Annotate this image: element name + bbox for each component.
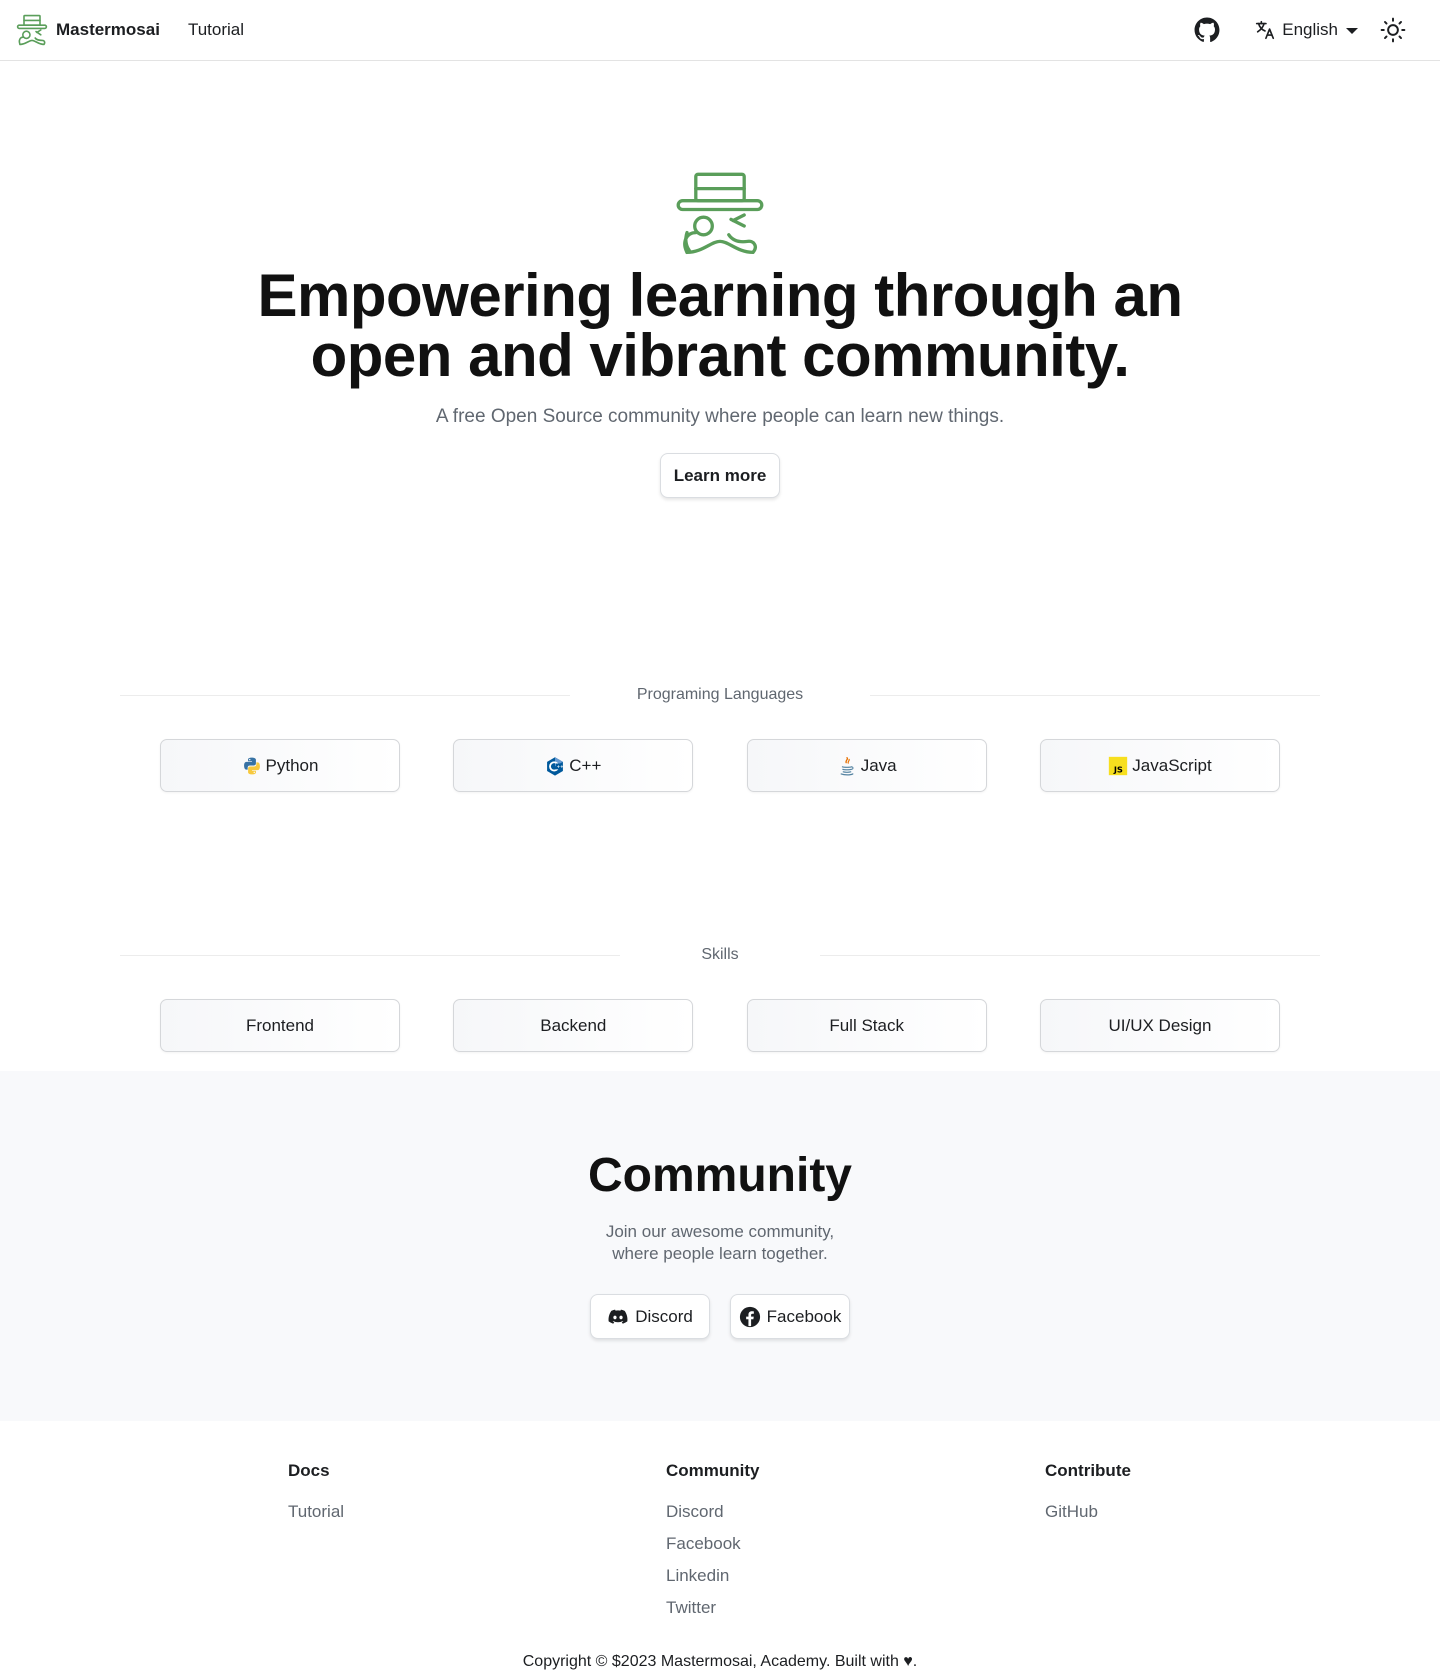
community-description-line-2: where people learn together. [612,1244,828,1263]
divider-line [870,694,1320,696]
footer: Docs Tutorial Community Discord Facebook… [0,1421,1440,1679]
divider-line [120,694,570,696]
skill-card-full-stack[interactable]: Full Stack [746,999,987,1052]
hero-title-line-1: Empowering learning through an [257,262,1183,329]
navbar-right: English [1194,17,1424,43]
footer-column-title: Docs [288,1461,330,1480]
nav-link-tutorial[interactable]: Tutorial [188,20,244,40]
chevron-down-icon [1346,28,1358,34]
footer-column-title: Contribute [1045,1461,1131,1480]
skill-card-label: Backend [540,1015,607,1035]
language-card-label: Python [265,755,319,775]
footer-link-facebook[interactable]: Facebook [666,1533,760,1565]
community-description: Join our awesome community, where people… [0,1221,1440,1265]
svg-text:++: ++ [557,764,564,769]
language-dropdown[interactable]: English [1254,19,1358,41]
language-card-java[interactable]: Java [746,739,987,792]
community-section: Community Join our awesome community, wh… [0,1071,1440,1421]
brand-title: Mastermosai [56,20,160,39]
languages-grid: Python ++ C++ Java JS JavaScript [160,739,1280,792]
skills-heading: Skills [120,945,1320,965]
learn-more-button[interactable]: Learn more [660,453,780,498]
footer-column-docs: Docs Tutorial [288,1461,344,1533]
skill-card-label: Full Stack [829,1015,904,1035]
footer-link-github[interactable]: GitHub [1045,1501,1131,1533]
divider-line [820,954,1320,956]
discord-button-label: Discord [635,1306,693,1326]
language-card-cpp[interactable]: ++ C++ [453,739,694,792]
java-icon [837,756,857,776]
hero-section: Empowering learning through an open and … [0,61,1440,621]
skill-card-backend[interactable]: Backend [453,999,694,1052]
language-label: English [1282,20,1338,39]
skills-grid: Frontend Backend Full Stack UI/UX Design [160,999,1280,1052]
footer-link-discord[interactable]: Discord [666,1501,760,1533]
language-card-label: Java [860,755,897,775]
github-icon[interactable] [1194,17,1220,43]
python-icon [242,756,262,776]
language-card-javascript[interactable]: JS JavaScript [1039,739,1280,792]
javascript-icon: JS [1108,756,1128,776]
skill-card-label: UI/UX Design [1108,1015,1212,1035]
discord-icon [607,1306,629,1328]
community-buttons: Discord Facebook [590,1294,850,1339]
facebook-icon [739,1306,761,1328]
footer-link-linkedin[interactable]: Linkedin [666,1565,760,1597]
language-card-python[interactable]: Python [160,739,400,792]
divider-line [120,954,620,956]
hero-title-line-2: open and vibrant community. [310,322,1130,389]
cpp-icon: ++ [545,756,565,776]
theme-toggle-sun-icon[interactable] [1380,17,1406,43]
copyright-text: Copyright © $2023 Mastermosai, Academy. … [522,1653,918,1670]
footer-column-contribute: Contribute GitHub [1045,1461,1131,1533]
skills-heading-label: Skills [701,946,739,963]
footer-column-community: Community Discord Facebook Linkedin Twit… [666,1461,760,1629]
navbar: Mastermosai Tutorial English [0,0,1440,61]
skill-card-label: Frontend [245,1015,315,1035]
translate-icon [1254,19,1276,41]
skill-card-frontend[interactable]: Frontend [160,999,400,1052]
footer-link-twitter[interactable]: Twitter [666,1597,760,1629]
discord-button[interactable]: Discord [590,1294,710,1339]
facebook-button[interactable]: Facebook [730,1294,850,1339]
community-description-line-1: Join our awesome community, [605,1222,835,1241]
languages-heading: Programing Languages [120,685,1320,705]
community-title: Community [588,1149,852,1202]
footer-column-title: Community [666,1461,760,1480]
languages-heading-label: Programing Languages [636,686,804,703]
language-card-label: C++ [569,755,602,775]
svg-text:JS: JS [1113,764,1123,774]
mastermosai-logo-icon [16,14,48,46]
footer-link-tutorial[interactable]: Tutorial [288,1501,344,1533]
hero-subtitle: A free Open Source community where peopl… [435,406,1005,427]
brand-link[interactable]: Mastermosai [16,14,160,46]
language-card-label: JavaScript [1132,755,1212,775]
facebook-button-label: Facebook [766,1306,842,1326]
hero-title: Empowering learning through an open and … [0,266,1440,386]
skill-card-ui-ux-design[interactable]: UI/UX Design [1039,999,1280,1052]
hero-logo-icon [676,171,764,259]
